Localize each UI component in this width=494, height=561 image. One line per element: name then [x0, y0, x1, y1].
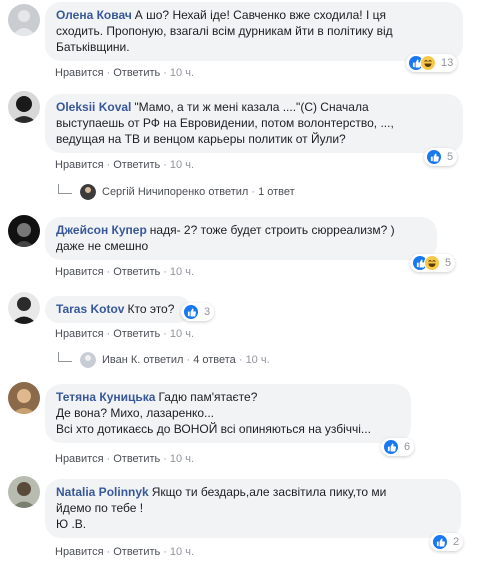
like-icon: [432, 534, 448, 550]
reaction-count: 2: [453, 536, 460, 548]
comment-text-line: Де вона? Михо, лазаренко...: [56, 406, 215, 420]
reply-arrow-icon: [58, 352, 72, 362]
comment-author[interactable]: Taras Kotov: [56, 302, 124, 316]
like-icon: [383, 439, 399, 455]
reaction-count: 5: [447, 151, 454, 163]
reply-verb: ответил: [143, 354, 184, 366]
replies-link[interactable]: Иван К. ответил · 4 ответа · 10 ч.: [58, 350, 270, 370]
like-icon: [183, 304, 199, 320]
comment-bubble: Тетяна Куницька Гадю пам'ятаєте? Де вона?…: [45, 384, 411, 443]
replies-link[interactable]: Сергій Ничипоренко ответил · 1 ответ: [58, 182, 295, 202]
reply-time: 10 ч.: [245, 354, 270, 366]
comment-time[interactable]: 10 ч.: [170, 67, 194, 79]
reply-arrow-icon: [58, 184, 72, 194]
avatar[interactable]: [8, 91, 40, 123]
comment-text-line: Якщо ти бездарь,але засвітила пику,то ми: [151, 485, 387, 499]
comment-actions: Нравится · Ответить · 10 ч.: [55, 266, 195, 278]
comment-time[interactable]: 10 ч.: [170, 159, 194, 171]
avatar[interactable]: [8, 292, 40, 324]
like-link[interactable]: Нравится: [55, 328, 104, 340]
reply-count[interactable]: 1 ответ: [258, 186, 295, 198]
reaction-badge[interactable]: 5: [410, 254, 456, 272]
comment-text-line: Гадю пам'ятаєте?: [158, 390, 258, 404]
comment-text-line: выступаешь от РФ на Евровидении, потом в…: [56, 116, 394, 130]
haha-icon: [424, 255, 440, 271]
comment-actions: Нравится · Ответить · 10 ч.: [55, 159, 195, 171]
avatar: [80, 352, 96, 368]
comment-bubble: Олена Ковач А шо? Нехай іде! Савченко вже…: [45, 2, 463, 61]
reply-user[interactable]: Иван К.: [102, 354, 140, 366]
comment-time[interactable]: 10 ч.: [170, 546, 194, 558]
comment-text-line: "Мамо, а ти ж мені казала ...."(С) Снача…: [134, 100, 369, 114]
reaction-count: 6: [404, 441, 411, 453]
reaction-count: 3: [204, 306, 211, 318]
comment-author[interactable]: Тетяна Куницька: [56, 390, 155, 404]
reply-link[interactable]: Ответить: [113, 328, 160, 340]
like-icon: [426, 149, 442, 165]
comment-text-line: сходить. Пропоную, взагалі всім дурникам…: [56, 24, 393, 38]
comment-text-line: даже не смешно: [56, 239, 149, 253]
comment-actions: Нравится · Ответить · 10 ч.: [55, 328, 195, 340]
comment-time[interactable]: 10 ч.: [170, 266, 194, 278]
haha-icon: [420, 55, 436, 71]
avatar: [80, 184, 96, 200]
comment-text-line: Батьківщини.: [56, 40, 130, 54]
reply-link[interactable]: Ответить: [113, 67, 160, 79]
reaction-badge[interactable]: 3: [181, 303, 215, 321]
like-link[interactable]: Нравится: [55, 546, 104, 558]
reaction-count: 13: [441, 57, 454, 69]
reply-link[interactable]: Ответить: [113, 159, 160, 171]
comment-actions: Нравится · Ответить · 10 ч.: [55, 546, 195, 558]
reply-count[interactable]: 4 ответа: [193, 354, 236, 366]
avatar[interactable]: [8, 476, 40, 508]
avatar[interactable]: [8, 215, 40, 247]
comment-text-line: А шо? Нехай іде! Савченко вже сходила! І…: [134, 8, 386, 22]
like-link[interactable]: Нравится: [55, 159, 104, 171]
reaction-badge[interactable]: 5: [424, 148, 458, 166]
comment-author[interactable]: Джейсон Купер: [56, 223, 147, 237]
comment-bubble: Natalia Polinnyk Якщо ти бездарь,але засв…: [45, 479, 461, 538]
comment-text-line: надя- 2? тоже будет строить сюрреализм? …: [149, 223, 395, 237]
avatar[interactable]: [8, 4, 40, 36]
reply-verb: ответил: [208, 186, 249, 198]
like-link[interactable]: Нравится: [55, 453, 104, 465]
reply-link[interactable]: Ответить: [113, 546, 160, 558]
comment-text-line: Всі хто дотикаєсь до ВОНОЙ всі опиняютьс…: [56, 422, 371, 436]
comment-actions: Нравится · Ответить · 10 ч.: [55, 67, 195, 79]
comment-author[interactable]: Natalia Polinnyk: [56, 485, 149, 499]
comment-text-line: Кто это?: [127, 302, 175, 316]
comment-author[interactable]: Oleksii Koval: [56, 100, 131, 114]
comment-bubble: Oleksii Koval "Мамо, а ти ж мені казала .…: [45, 94, 463, 153]
reaction-count: 5: [445, 257, 452, 269]
reaction-badge[interactable]: 2: [430, 533, 464, 551]
comment-time[interactable]: 10 ч.: [170, 453, 194, 465]
reaction-badge[interactable]: 13: [406, 54, 458, 72]
avatar[interactable]: [8, 382, 40, 414]
reply-link[interactable]: Ответить: [113, 453, 160, 465]
comment-time[interactable]: 10 ч.: [170, 328, 194, 340]
reply-user[interactable]: Сергій Ничипоренко: [102, 186, 205, 198]
like-link[interactable]: Нравится: [55, 266, 104, 278]
reaction-badge[interactable]: 6: [381, 438, 415, 456]
comment-text-line: Ю .В.: [56, 517, 87, 531]
comment-text-line: йдемо по тебе !: [56, 501, 144, 515]
comment-author[interactable]: Олена Ковач: [56, 8, 132, 22]
comment-actions: Нравится · Ответить · 10 ч.: [55, 453, 195, 465]
reply-link[interactable]: Ответить: [113, 266, 160, 278]
comment-bubble: Джейсон Купер надя- 2? тоже будет строить…: [45, 217, 437, 260]
comment-text-line: ведущая на ТВ и венцом карьеры политик о…: [56, 132, 346, 146]
like-link[interactable]: Нравится: [55, 67, 104, 79]
comment-bubble: Taras Kotov Кто это?: [45, 296, 191, 323]
